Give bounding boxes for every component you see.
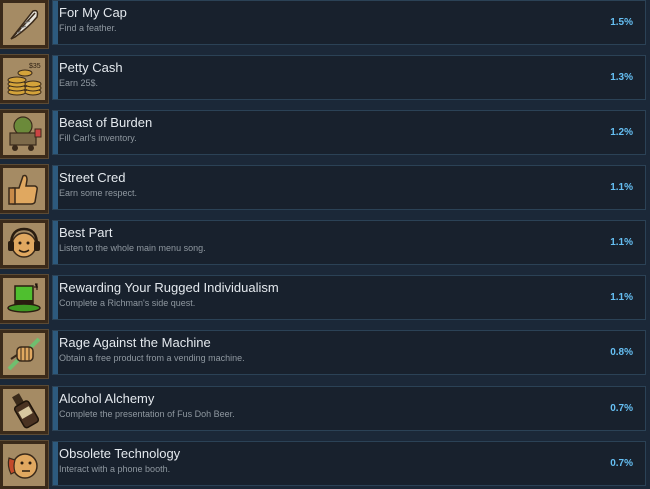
green-top-hat-icon <box>0 274 49 324</box>
achievement-panel: Petty Cash Earn 25$. 1.3% <box>52 55 646 100</box>
achievement-panel: Alcohol Alchemy Complete the presentatio… <box>52 386 646 431</box>
achievement-row[interactable]: Obsolete Technology Interact with a phon… <box>0 440 650 489</box>
achievement-row[interactable]: $35 Petty Cash Earn 25$. 1.3% <box>0 54 650 108</box>
achievement-panel: Beast of Burden Fill Carl's inventory. 1… <box>52 110 646 155</box>
progress-bar <box>53 56 58 99</box>
achievement-title: Obsolete Technology <box>59 446 181 461</box>
achievement-panel: Street Cred Earn some respect. 1.1% <box>52 165 646 210</box>
progress-bar <box>53 442 58 485</box>
unlock-percentage: 1.1% <box>610 182 633 193</box>
progress-bar <box>53 331 58 374</box>
achievement-title: Rewarding Your Rugged Individualism <box>59 280 279 295</box>
achievement-row[interactable]: For My Cap Find a feather. 1.5% <box>0 0 650 53</box>
phone-face-icon <box>0 440 49 489</box>
unlock-percentage: 0.7% <box>610 458 633 469</box>
achievement-panel: Rewarding Your Rugged Individualism Comp… <box>52 275 646 320</box>
fist-punch-icon <box>0 329 49 379</box>
achievement-panel: Obsolete Technology Interact with a phon… <box>52 441 646 486</box>
achievement-row[interactable]: Rage Against the Machine Obtain a free p… <box>0 329 650 383</box>
achievement-description: Listen to the whole main menu song. <box>59 243 206 253</box>
unlock-percentage: 1.5% <box>610 17 633 28</box>
achievement-title: Street Cred <box>59 170 126 185</box>
progress-bar <box>53 221 58 264</box>
progress-bar <box>53 276 58 319</box>
achievement-title: Beast of Burden <box>59 115 153 130</box>
unlock-percentage: 1.2% <box>610 127 633 138</box>
unlock-percentage: 0.8% <box>610 347 633 358</box>
progress-bar <box>53 111 58 154</box>
achievement-row[interactable]: Alcohol Alchemy Complete the presentatio… <box>0 385 650 439</box>
progress-bar <box>53 166 58 209</box>
progress-bar <box>53 1 58 44</box>
achievement-panel: Best Part Listen to the whole main menu … <box>52 220 646 265</box>
coin-stack-icon: $35 <box>0 54 49 104</box>
achievement-title: Rage Against the Machine <box>59 335 211 350</box>
achievement-description: Fill Carl's inventory. <box>59 133 137 143</box>
achievement-title: Alcohol Alchemy <box>59 391 155 406</box>
thumbs-up-icon <box>0 164 49 214</box>
overloaded-cart-icon <box>0 109 49 159</box>
achievement-title: Best Part <box>59 225 113 240</box>
achievement-row[interactable]: Street Cred Earn some respect. 1.1% <box>0 164 650 218</box>
achievement-description: Obtain a free product from a vending mac… <box>59 353 245 363</box>
headphones-face-icon <box>0 219 49 269</box>
achievement-description: Complete the presentation of Fus Doh Bee… <box>59 409 235 419</box>
unlock-percentage: 1.1% <box>610 237 633 248</box>
achievement-title: For My Cap <box>59 5 127 20</box>
achievement-description: Interact with a phone booth. <box>59 464 171 474</box>
achievement-row[interactable]: Rewarding Your Rugged Individualism Comp… <box>0 274 650 328</box>
achievement-description: Find a feather. <box>59 23 117 33</box>
achievement-panel: Rage Against the Machine Obtain a free p… <box>52 330 646 375</box>
unlock-percentage: 1.1% <box>610 292 633 303</box>
beer-bottle-icon <box>0 385 49 435</box>
unlock-percentage: 1.3% <box>610 72 633 83</box>
achievement-row[interactable]: Best Part Listen to the whole main menu … <box>0 219 650 273</box>
achievement-description: Earn some respect. <box>59 188 138 198</box>
unlock-percentage: 0.7% <box>610 403 633 414</box>
progress-bar <box>53 387 58 430</box>
achievement-description: Earn 25$. <box>59 78 99 88</box>
achievement-description: Complete a Richman's side quest. <box>59 298 196 308</box>
achievement-panel: For My Cap Find a feather. 1.5% <box>52 0 646 45</box>
coin-label: $35 <box>29 63 41 70</box>
achievement-title: Petty Cash <box>59 60 123 75</box>
achievement-row[interactable]: Beast of Burden Fill Carl's inventory. 1… <box>0 109 650 163</box>
achievement-list: For My Cap Find a feather. 1.5% $35 Pett… <box>0 0 650 489</box>
feather-icon <box>0 0 49 49</box>
